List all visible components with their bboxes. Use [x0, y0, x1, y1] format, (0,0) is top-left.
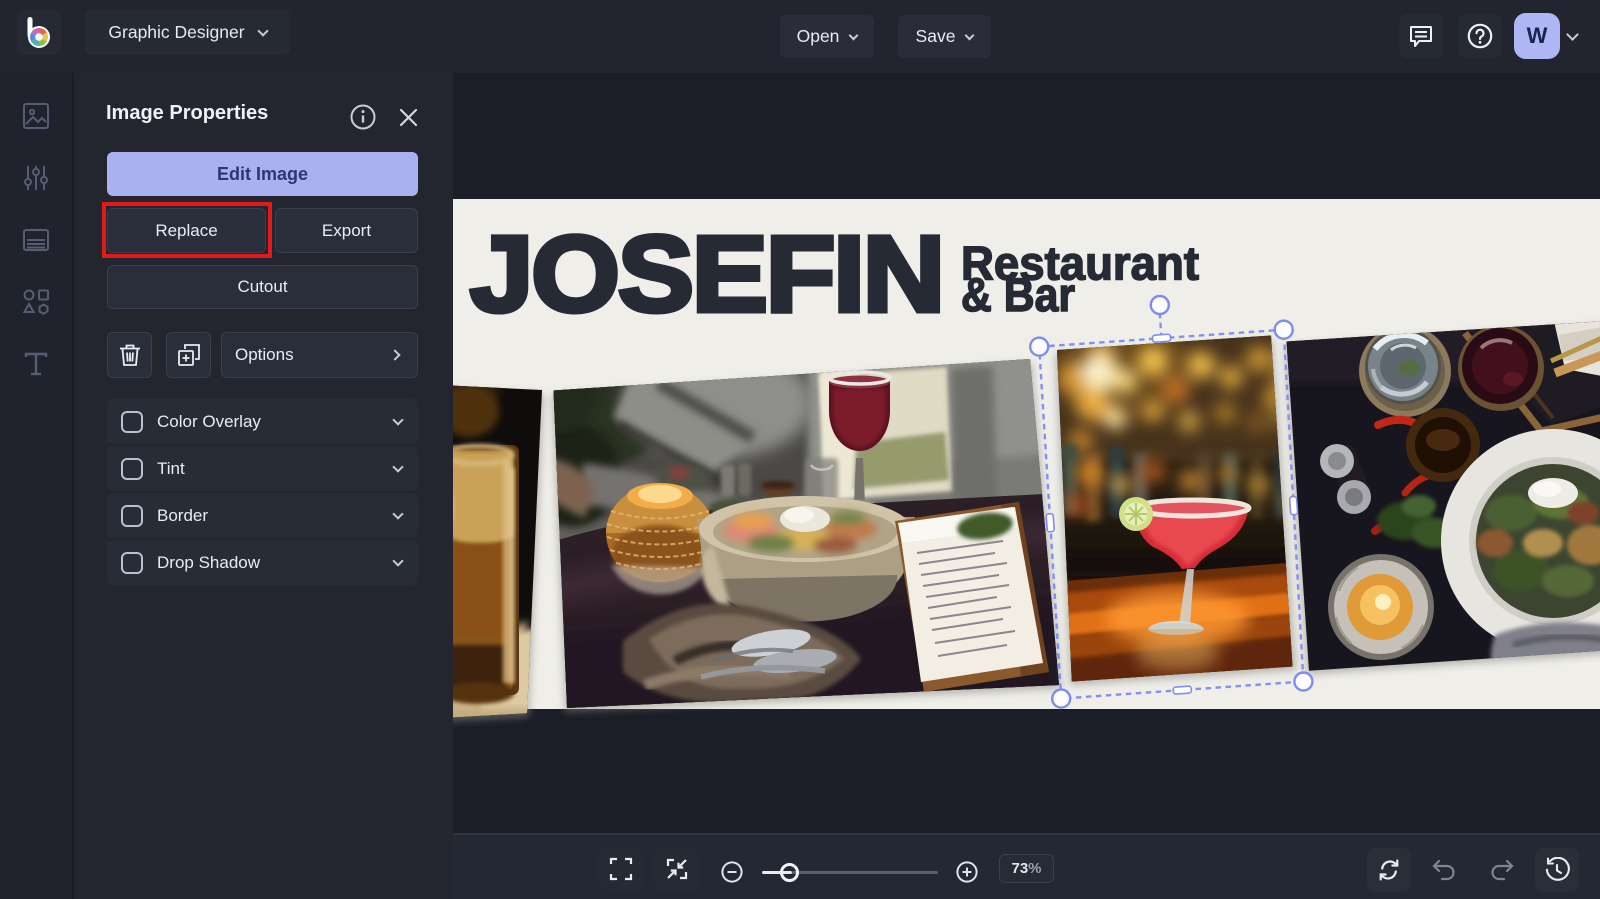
- svg-text:JOSEFIN: JOSEFIN: [470, 213, 943, 334]
- svg-text:& Bar: & Bar: [961, 268, 1075, 321]
